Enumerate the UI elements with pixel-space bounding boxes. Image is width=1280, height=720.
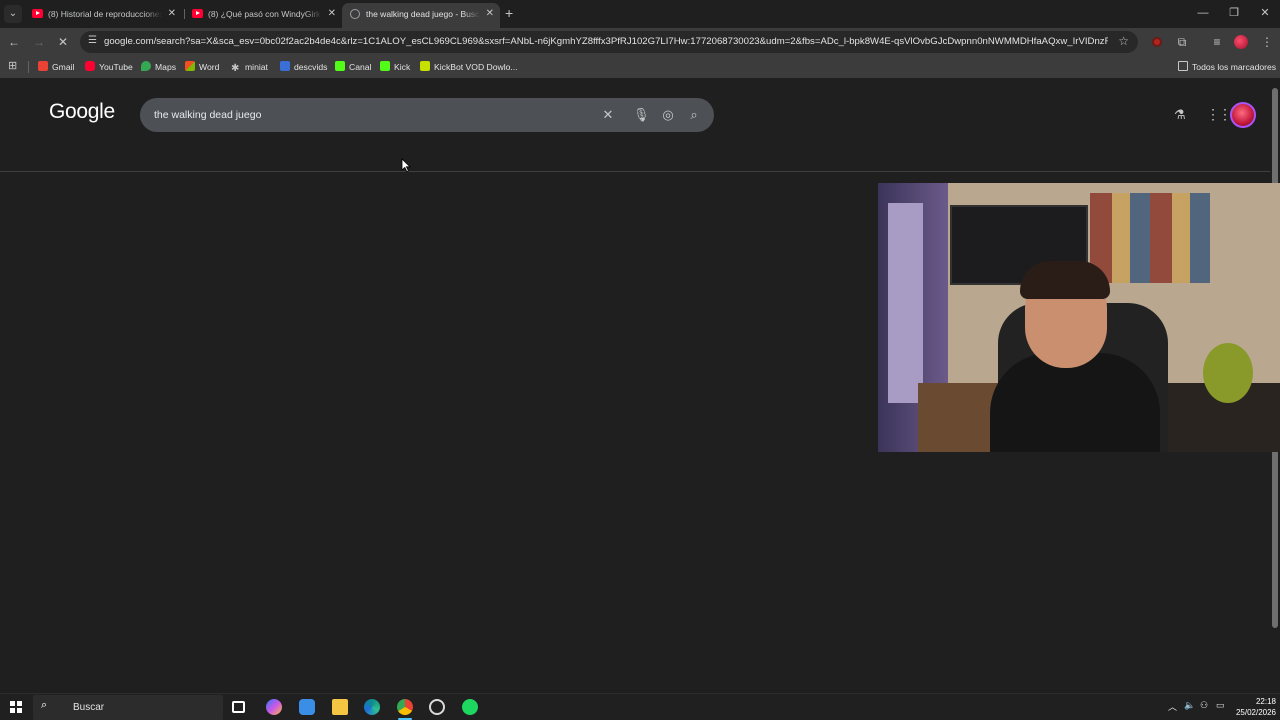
- media-controls-icon[interactable]: ≡: [1209, 34, 1225, 50]
- search-box[interactable]: the walking dead juego ✕ 🎙 ◎ ⌕: [140, 98, 714, 132]
- apps-grid-icon[interactable]: ⊞: [8, 61, 19, 72]
- bookmark-star-icon[interactable]: ☆: [1118, 34, 1129, 48]
- task-view-icon[interactable]: [232, 701, 245, 713]
- kickbot-icon: [420, 61, 430, 71]
- search-query-text[interactable]: the walking dead juego: [154, 98, 261, 132]
- search-icon[interactable]: ⌕: [686, 107, 702, 123]
- clear-search-icon[interactable]: ✕: [600, 107, 616, 123]
- folder-icon: [1178, 61, 1188, 71]
- bookmark-kickbot[interactable]: KickBot VOD Dowlo...: [420, 56, 518, 78]
- webcam-overlay: [878, 183, 1280, 452]
- bookmark-label: miniat: [245, 62, 268, 72]
- bookmarks-bar: ⊞ Gmail YouTube Maps Word ✱ miniat descvi…: [0, 56, 1280, 78]
- obs-icon[interactable]: [429, 699, 445, 715]
- tab-strip: ⌄ (8) Historial de reproducciones ✕ (8) …: [0, 0, 1280, 28]
- windows-taskbar: ⌕ Buscar ︿ 🔈 ⚇ ▭ 22:18 25/02/2026: [0, 693, 1280, 720]
- loading-favicon-icon: [350, 9, 360, 19]
- microphone-icon[interactable]: 🎙: [633, 107, 650, 123]
- close-tab-icon[interactable]: ✕: [328, 3, 336, 25]
- file-explorer-icon[interactable]: [332, 699, 348, 715]
- star-burst-icon: ✱: [231, 63, 240, 74]
- gmail-icon: [38, 61, 48, 71]
- back-arrow-icon[interactable]: ←: [6, 34, 22, 50]
- bookmark-canal[interactable]: Canal: [335, 56, 371, 78]
- close-tab-icon[interactable]: ✕: [486, 3, 494, 25]
- stop-loading-icon[interactable]: ✕: [55, 34, 71, 50]
- volume-icon[interactable]: 🔈: [1184, 700, 1195, 711]
- search-icon: ⌕: [41, 699, 48, 711]
- tab-windygirk[interactable]: (8) ¿Qué pasó con WindyGirk? ✕: [184, 3, 342, 25]
- bookmark-gmail[interactable]: Gmail: [38, 56, 74, 78]
- bookmark-label: YouTube: [99, 62, 133, 72]
- tab-search-button[interactable]: ⌄: [4, 5, 22, 23]
- system-clock[interactable]: 22:18 25/02/2026: [1230, 696, 1276, 718]
- restore-button[interactable]: ❐: [1219, 4, 1249, 22]
- taskbar-search-label: Buscar: [73, 702, 105, 713]
- clock-time: 22:18: [1255, 697, 1276, 706]
- show-hidden-icons[interactable]: ︿: [1168, 700, 1177, 713]
- maps-pin-icon: [141, 61, 151, 71]
- bookmark-label: Todos los marcadores: [1192, 62, 1277, 72]
- bookmark-label: Gmail: [52, 62, 75, 72]
- youtube-favicon-icon: [32, 9, 43, 18]
- bookmark-descvids[interactable]: descvids: [280, 56, 327, 78]
- record-extension-icon[interactable]: [1152, 37, 1162, 47]
- bookmark-label: Canal: [349, 62, 372, 72]
- all-bookmarks-button[interactable]: Todos los marcadores: [1178, 56, 1276, 78]
- microsoft-store-icon[interactable]: [299, 699, 315, 715]
- site-info-icon[interactable]: ☰: [88, 35, 97, 46]
- tab-google-search[interactable]: the walking dead juego - Buscar ✕: [342, 3, 500, 28]
- bookmark-label: descvids: [294, 62, 328, 72]
- tab-title: the walking dead juego - Buscar: [366, 9, 480, 19]
- copilot-icon[interactable]: [266, 699, 282, 715]
- microsoft-icon: [185, 61, 195, 71]
- close-window-button[interactable]: ✕: [1250, 4, 1280, 22]
- address-bar[interactable]: ☰ google.com/search?sa=X&sca_esv=0bc02f2…: [80, 31, 1138, 53]
- spotify-icon[interactable]: [462, 699, 478, 715]
- bookmark-label: Word: [199, 62, 220, 72]
- account-avatar[interactable]: [1230, 102, 1256, 128]
- bookmark-word[interactable]: Word: [185, 56, 219, 78]
- google-lens-icon[interactable]: ◎: [660, 107, 676, 123]
- kick-icon: [380, 61, 390, 71]
- youtube-favicon-icon: [192, 9, 203, 18]
- new-tab-button[interactable]: +: [505, 3, 519, 23]
- tab-title: (8) ¿Qué pasó con WindyGirk?: [208, 9, 322, 19]
- minimize-button[interactable]: —: [1188, 4, 1218, 22]
- profile-avatar[interactable]: [1234, 35, 1248, 49]
- bookmark-maps[interactable]: Maps: [141, 56, 176, 78]
- labs-flask-icon[interactable]: ⚗: [1174, 107, 1186, 123]
- google-logo[interactable]: Google: [49, 100, 115, 124]
- clock-date: 25/02/2026: [1235, 708, 1276, 717]
- windows-start-icon[interactable]: [10, 701, 22, 713]
- youtube-icon: [85, 61, 95, 71]
- bookmark-miniat[interactable]: ✱ miniat: [231, 56, 268, 78]
- bookmark-label: Maps: [155, 62, 177, 72]
- taskbar-search[interactable]: ⌕ Buscar: [33, 695, 223, 720]
- edge-icon[interactable]: [364, 699, 380, 715]
- close-tab-icon[interactable]: ✕: [168, 3, 176, 25]
- bookmark-label: Kick: [394, 62, 411, 72]
- kick-icon: [335, 61, 345, 71]
- google-header: Google the walking dead juego ✕ 🎙 ◎ ⌕ ⚗ …: [0, 78, 1280, 172]
- bookmark-youtube[interactable]: YouTube: [85, 56, 133, 78]
- browser-toolbar: ← → ✕ ☰ google.com/search?sa=X&sca_esv=0…: [0, 28, 1280, 56]
- descvids-icon: [280, 61, 290, 71]
- tab-historial[interactable]: (8) Historial de reproducciones ✕: [24, 3, 182, 25]
- bookmark-label: KickBot VOD Dowlo...: [434, 62, 518, 72]
- bookmark-kick[interactable]: Kick: [380, 56, 410, 78]
- url-text: google.com/search?sa=X&sca_esv=0bc02f2ac…: [104, 36, 1108, 47]
- more-menu-icon[interactable]: ⋮: [1259, 34, 1275, 50]
- mouse-cursor-icon: [401, 158, 411, 173]
- extensions-icon[interactable]: ⧉: [1174, 34, 1190, 50]
- forward-arrow-icon[interactable]: →: [31, 34, 47, 50]
- network-icon[interactable]: ⚇: [1200, 700, 1208, 711]
- chrome-icon[interactable]: [397, 699, 413, 715]
- notification-icon[interactable]: ▭: [1216, 700, 1225, 711]
- tab-title: (8) Historial de reproducciones: [48, 9, 162, 19]
